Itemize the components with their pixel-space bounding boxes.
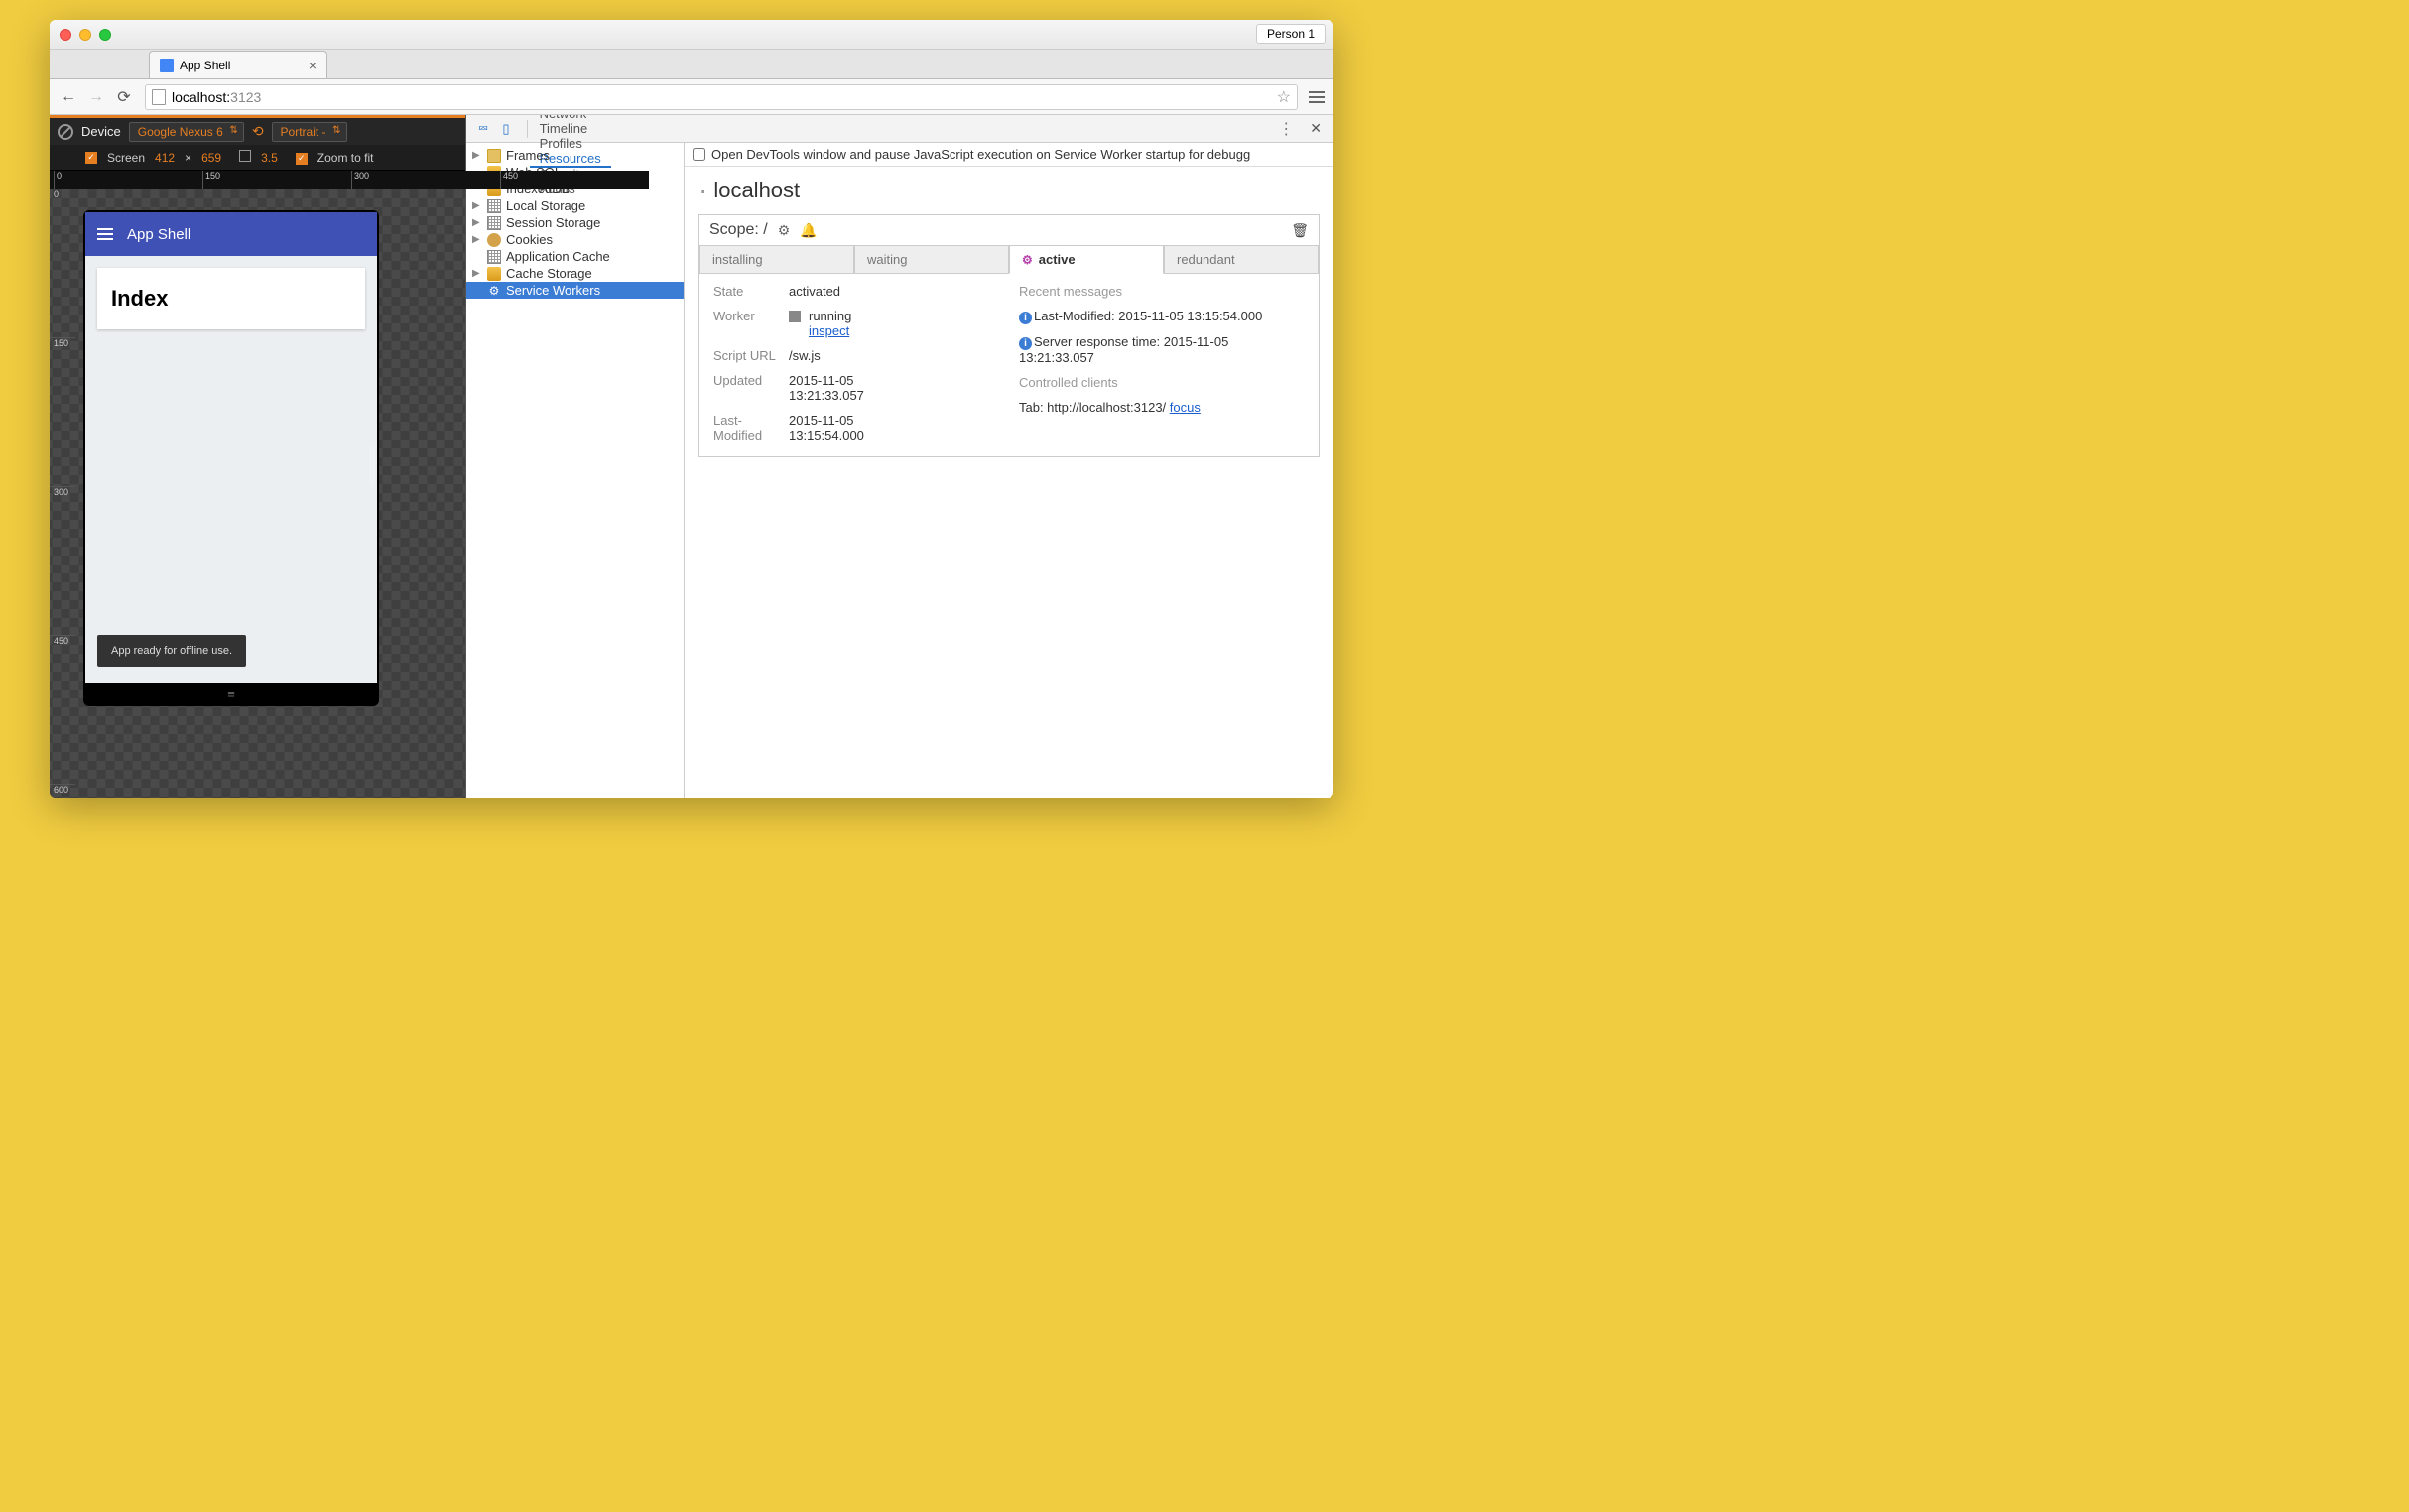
page-icon xyxy=(152,89,166,105)
device-frame: App Shell Index App ready for offline us… xyxy=(83,210,379,706)
info-icon: i xyxy=(1019,312,1032,324)
tab-title: App Shell xyxy=(180,59,230,72)
device-screen-bar: ✓ Screen 412 × 659 3.5 ✓ Zoom to fit xyxy=(50,145,465,171)
bell-icon[interactable]: 🔔 xyxy=(800,222,817,239)
scrollbar-hint[interactable] xyxy=(369,447,375,487)
tab-bar: App Shell × xyxy=(50,50,1333,79)
script-value: /sw.js xyxy=(789,348,821,363)
phase-tab-waiting[interactable]: waiting xyxy=(854,246,1009,274)
rotate-icon[interactable]: ⟲ xyxy=(252,123,264,140)
script-label: Script URL xyxy=(713,348,777,363)
stop-worker-button[interactable] xyxy=(789,311,801,322)
phase-tabs: installingwaiting⚙activeredundant xyxy=(699,246,1319,274)
updated-label: Updated xyxy=(713,373,777,403)
device-toggle-icon[interactable]: ▯ xyxy=(496,121,515,137)
profile-button[interactable]: Person 1 xyxy=(1256,24,1326,44)
orientation-select[interactable]: Portrait - xyxy=(272,122,347,142)
controlled-client: Tab: http://localhost:3123/ focus xyxy=(1019,400,1305,415)
device-screen[interactable]: App Shell Index App ready for offline us… xyxy=(85,212,377,683)
ruler-horizontal: 0 150 300 450 xyxy=(50,171,649,189)
browser-window: Person 1 App Shell × ← → ⟳ localhost:312… xyxy=(50,20,1333,798)
state-value: activated xyxy=(789,284,840,299)
inspect-link[interactable]: inspect xyxy=(809,323,849,338)
devtools-tabbar: ⮹ ▯ ElementsConsoleSourcesNetworkTimelin… xyxy=(466,115,1333,143)
worker-label: Worker xyxy=(713,309,777,338)
tab-favicon xyxy=(160,59,174,72)
controlled-clients-head: Controlled clients xyxy=(1019,375,1305,390)
devtools-menu-icon[interactable]: ⋮ xyxy=(1270,119,1302,139)
scope-container: Scope: / ⚙ 🔔 🗑 installingwaiting⚙activer… xyxy=(698,214,1320,457)
recent-message: iServer response time: 2015-11-05 13:21:… xyxy=(1019,334,1305,365)
nav-toolbar: ← → ⟳ localhost:3123 ☆ xyxy=(50,79,1333,115)
content-card: Index xyxy=(97,268,365,329)
browser-tab[interactable]: App Shell × xyxy=(149,51,327,78)
scope-label: Scope: / xyxy=(709,221,768,239)
device-viewport: 0 150 300 450 600 750 0 150 300 450 xyxy=(50,171,465,798)
device-label: Device xyxy=(81,124,121,139)
phase-tab-redundant[interactable]: redundant xyxy=(1164,246,1319,274)
device-mode-panel: Device Google Nexus 6 ⟲ Portrait - ✓ Scr… xyxy=(50,115,466,798)
hamburger-icon[interactable] xyxy=(97,228,113,240)
device-top-bar: Device Google Nexus 6 ⟲ Portrait - xyxy=(50,115,465,145)
origin-heading: localhost xyxy=(685,167,1333,214)
pause-on-start-checkbox[interactable] xyxy=(693,148,705,161)
inspect-icon[interactable]: ⮹ xyxy=(472,121,494,137)
devtools-tab-timeline[interactable]: Timeline xyxy=(530,121,611,136)
close-tab-icon[interactable]: × xyxy=(309,58,317,73)
updated-value: 2015-11-0513:21:33.057 xyxy=(789,373,864,403)
times-sign: × xyxy=(185,151,191,165)
resources-main: Open DevTools window and pause JavaScrip… xyxy=(685,143,1333,798)
bookmark-star-icon[interactable]: ☆ xyxy=(1277,87,1291,107)
screen-checkbox[interactable]: ✓ xyxy=(85,152,97,164)
forward-button[interactable]: → xyxy=(83,84,109,110)
address-bar[interactable]: localhost:3123 ☆ xyxy=(145,84,1298,110)
zoom-checkbox[interactable]: ✓ xyxy=(296,153,308,165)
toast-message: App ready for offline use. xyxy=(97,635,246,667)
sw-details: State activated Worker running inspect Sc… xyxy=(699,274,1319,456)
dpr-icon xyxy=(239,150,251,162)
device-softkeys: ≡ xyxy=(85,683,377,704)
url-text: localhost:3123 xyxy=(172,89,261,105)
traffic-lights xyxy=(60,29,111,41)
minimize-window-button[interactable] xyxy=(79,29,91,41)
app-header: App Shell xyxy=(85,212,377,256)
device-select[interactable]: Google Nexus 6 xyxy=(129,122,244,142)
app-title: App Shell xyxy=(127,226,190,243)
trash-icon[interactable]: 🗑 xyxy=(1291,222,1309,239)
back-button[interactable]: ← xyxy=(56,84,81,110)
pause-on-start-row: Open DevTools window and pause JavaScrip… xyxy=(685,143,1333,167)
no-entry-icon[interactable] xyxy=(58,124,73,140)
dpr-value[interactable]: 3.5 xyxy=(261,151,278,165)
screen-width[interactable]: 412 xyxy=(155,151,175,165)
worker-status: running xyxy=(809,309,851,323)
card-heading: Index xyxy=(111,286,351,312)
tree-item-frames[interactable]: ▶Frames xyxy=(466,147,684,164)
devtools-close-icon[interactable]: ✕ xyxy=(1304,120,1328,137)
close-window-button[interactable] xyxy=(60,29,71,41)
scope-header: Scope: / ⚙ 🔔 🗑 xyxy=(699,215,1319,246)
maximize-window-button[interactable] xyxy=(99,29,111,41)
phase-tab-active[interactable]: ⚙active xyxy=(1009,246,1164,274)
state-label: State xyxy=(713,284,777,299)
zoom-label: Zoom to fit xyxy=(317,151,374,165)
recent-messages-head: Recent messages xyxy=(1019,284,1305,299)
chrome-menu-icon[interactable] xyxy=(1306,86,1328,108)
gear-icon[interactable]: ⚙ xyxy=(778,222,791,239)
pause-on-start-label: Open DevTools window and pause JavaScrip… xyxy=(711,147,1250,162)
content-area: Device Google Nexus 6 ⟲ Portrait - ✓ Scr… xyxy=(50,115,1333,798)
info-icon: i xyxy=(1019,337,1032,350)
screen-height[interactable]: 659 xyxy=(201,151,221,165)
lastmod-value: 2015-11-0513:15:54.000 xyxy=(789,413,864,442)
window-titlebar: Person 1 xyxy=(50,20,1333,50)
recent-message: iLast-Modified: 2015-11-05 13:15:54.000 xyxy=(1019,309,1305,324)
lastmod-label: Last-Modified xyxy=(713,413,777,442)
reload-button[interactable]: ⟳ xyxy=(111,84,137,110)
phase-tab-installing[interactable]: installing xyxy=(699,246,854,274)
focus-link[interactable]: focus xyxy=(1170,400,1201,415)
screen-label: Screen xyxy=(107,151,145,165)
